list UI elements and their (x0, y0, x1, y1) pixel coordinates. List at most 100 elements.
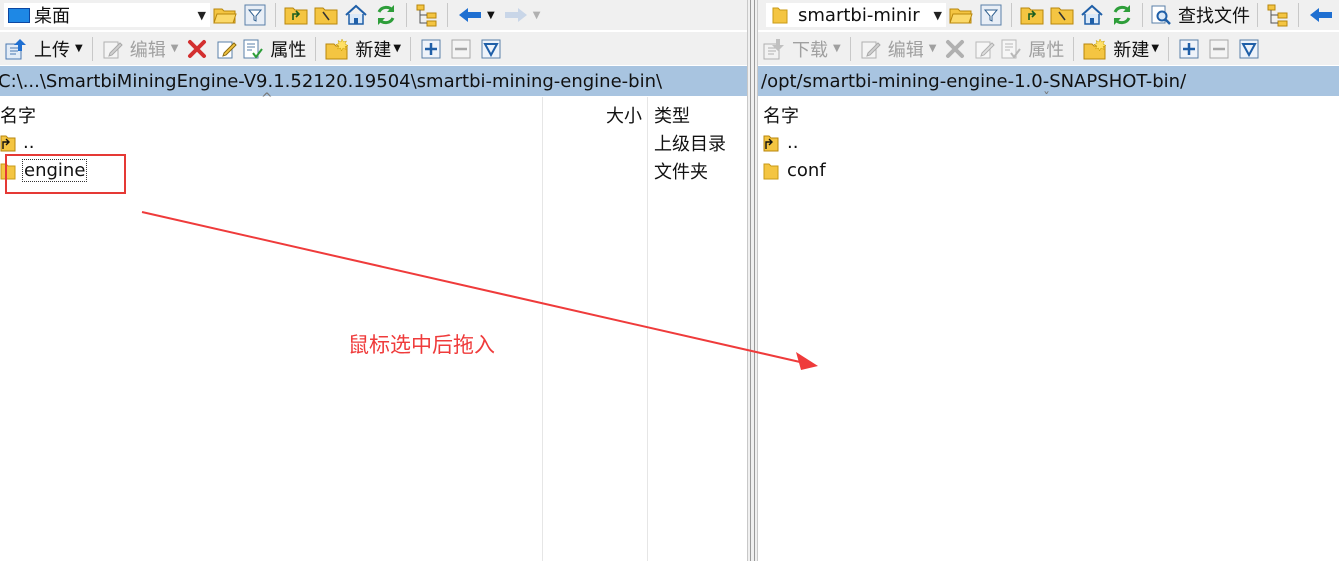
left-command-toolbar: 上传 ▼ 编辑 ▼ 属性 新建 ▼ (0, 32, 747, 65)
home-icon[interactable] (1079, 2, 1105, 28)
tree-icon[interactable] (414, 2, 440, 28)
file-type: 上级目录 (654, 133, 726, 155)
rename-icon[interactable] (214, 36, 240, 62)
toolbar-separator (1298, 3, 1299, 27)
toolbar-separator (410, 36, 412, 61)
remote-pane: smartbi-minir ▼ 查找文件 下载 ▼ 编辑 ▼ 属性 新建 ▼ /… (758, 0, 1339, 561)
tree-icon[interactable] (1265, 2, 1291, 28)
desktop-icon (8, 7, 30, 23)
toolbar-separator (91, 36, 93, 61)
column-header-name[interactable]: 名字 (763, 102, 799, 128)
edit-icon (861, 41, 881, 58)
delete-icon[interactable] (184, 36, 210, 62)
upload-button[interactable]: 上传 ▼ (0, 35, 87, 63)
right-location-combo[interactable]: smartbi-minir ▼ (766, 3, 946, 27)
chevron-down-icon[interactable]: ▼ (75, 43, 83, 54)
selection-highlight-box (5, 154, 126, 194)
sort-ascending-icon: ^ (261, 91, 273, 107)
toolbar-separator (849, 36, 851, 61)
plus-icon[interactable] (1176, 36, 1202, 62)
edit-button[interactable]: 编辑 ▼ (856, 35, 941, 63)
sort-descending-icon: ˇ (1043, 91, 1050, 107)
left-path-text: C:\...\SmartbiMiningEngine-V9.1.52120.19… (0, 70, 663, 92)
file-type: 文件夹 (654, 161, 708, 183)
delete-icon[interactable] (942, 36, 968, 62)
file-name: .. (23, 132, 35, 153)
annotation-text: 鼠标选中后拖入 (348, 333, 495, 357)
right-column-header: 名字 ˇ (758, 91, 1339, 129)
local-pane: 桌面 ▼ ▼ ▼ 上传 ▼ 编辑 ▼ 属性 新建 ▼ C:\...\Smartb… (0, 0, 747, 561)
new-folder-icon (325, 37, 350, 59)
home-icon[interactable] (343, 2, 369, 28)
download-icon (763, 38, 784, 59)
new-button[interactable]: 新建 ▼ (1079, 35, 1163, 63)
left-address-toolbar: 桌面 ▼ ▼ ▼ (0, 0, 747, 30)
file-row-parent[interactable]: .. 上级目录 (0, 129, 747, 156)
properties-icon (243, 39, 264, 59)
left-path-bar[interactable]: C:\...\SmartbiMiningEngine-V9.1.52120.19… (0, 66, 747, 96)
find-icon (1151, 5, 1171, 25)
folder-icon (763, 163, 779, 179)
back-arrow-icon[interactable] (1306, 2, 1336, 28)
file-row-conf[interactable]: conf (758, 157, 1339, 184)
toolbar-separator (1257, 3, 1258, 27)
file-row-parent[interactable]: .. (758, 129, 1339, 156)
root-dir-icon[interactable] (1049, 2, 1075, 28)
new-folder-icon (1083, 37, 1108, 59)
properties-button[interactable]: 属性 (242, 35, 310, 63)
chevron-down-icon[interactable]: ▼ (393, 43, 401, 54)
edit-icon (103, 41, 123, 58)
toolbar-separator (447, 3, 448, 27)
minus-icon[interactable] (1206, 36, 1232, 62)
filter-icon[interactable] (242, 2, 268, 28)
refresh-icon[interactable] (1109, 2, 1135, 28)
chevron-down-icon[interactable]: ▼ (833, 43, 841, 54)
toolbar-separator (1142, 3, 1143, 27)
toolbar-separator (275, 3, 276, 27)
right-command-toolbar: 下载 ▼ 编辑 ▼ 属性 新建 ▼ (758, 32, 1339, 65)
new-button[interactable]: 新建 ▼ (321, 35, 405, 63)
refresh-icon[interactable] (373, 2, 399, 28)
chevron-down-icon[interactable]: ▼ (1151, 43, 1159, 54)
pane-splitter[interactable] (747, 0, 758, 561)
chevron-down-icon[interactable]: ▼ (929, 43, 937, 54)
plus-icon[interactable] (418, 36, 444, 62)
select-icon[interactable] (478, 36, 504, 62)
select-icon[interactable] (1236, 36, 1262, 62)
toolbar-separator (315, 36, 317, 61)
download-button[interactable]: 下载 ▼ (758, 35, 845, 63)
up-folder-icon (0, 135, 16, 151)
left-location-label: 桌面 (34, 6, 70, 27)
root-dir-icon[interactable] (313, 2, 339, 28)
open-folder-icon[interactable] (948, 2, 974, 28)
right-path-text: /opt/smartbi-mining-engine-1.0-SNAPSHOT-… (761, 70, 1187, 92)
toolbar-separator (1073, 36, 1075, 61)
file-name: conf (787, 160, 826, 181)
toolbar-separator (1011, 3, 1012, 27)
edit-button[interactable]: 编辑 ▼ (98, 35, 183, 63)
upload-icon (5, 38, 26, 59)
right-address-toolbar: smartbi-minir ▼ 查找文件 (758, 0, 1339, 30)
open-folder-icon[interactable] (212, 2, 238, 28)
back-dropdown-icon[interactable]: ▼ (487, 10, 495, 21)
filter-icon[interactable] (978, 2, 1004, 28)
left-column-header: 名字 ^ 大小 类型 (0, 91, 747, 129)
toolbar-separator (1168, 36, 1170, 61)
chevron-down-icon[interactable]: ▼ (171, 43, 179, 54)
properties-button[interactable]: 属性 (1000, 35, 1068, 63)
column-header-size[interactable]: 大小 (606, 102, 642, 128)
chevron-down-icon[interactable]: ▼ (930, 9, 946, 22)
find-files-button[interactable]: 查找文件 (1148, 1, 1252, 29)
parent-dir-icon[interactable] (1019, 2, 1045, 28)
minus-icon[interactable] (448, 36, 474, 62)
properties-icon (1001, 39, 1022, 59)
forward-arrow-icon[interactable] (501, 2, 531, 28)
parent-dir-icon[interactable] (283, 2, 309, 28)
chevron-down-icon[interactable]: ▼ (194, 9, 210, 22)
column-header-name[interactable]: 名字 (0, 102, 36, 128)
forward-dropdown-icon[interactable]: ▼ (533, 10, 541, 21)
left-location-combo[interactable]: 桌面 ▼ (4, 3, 210, 27)
column-header-type[interactable]: 类型 (654, 102, 690, 128)
rename-icon[interactable] (972, 36, 998, 62)
back-arrow-icon[interactable] (455, 2, 485, 28)
